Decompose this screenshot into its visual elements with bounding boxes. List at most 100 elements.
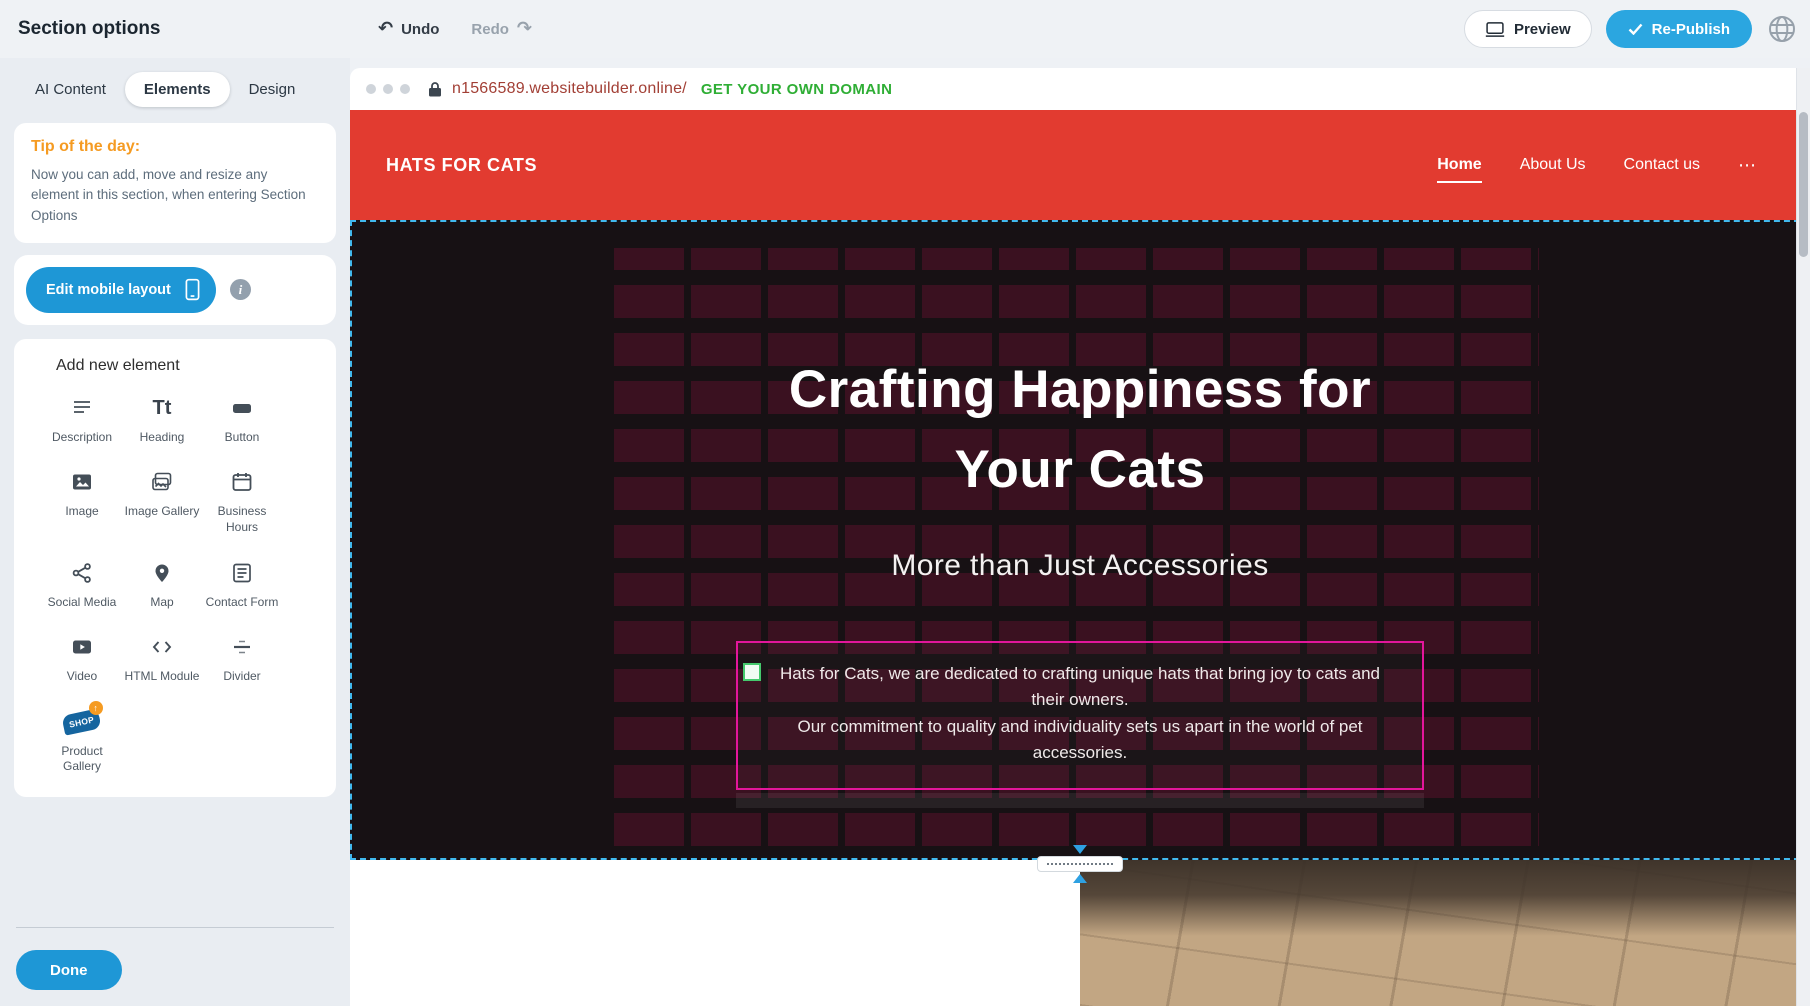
preview-label: Preview <box>1514 21 1571 38</box>
tip-title: Tip of the day: <box>31 138 319 156</box>
add-element-heading[interactable]: Tt Heading <box>122 393 202 446</box>
tab-elements[interactable]: Elements <box>125 72 230 107</box>
add-element-image-gallery[interactable]: Image Gallery <box>122 467 202 535</box>
element-label: Button <box>225 430 260 446</box>
heading-icon: Tt <box>153 393 172 423</box>
editor-canvas: n1566589.websitebuilder.online/ GET YOUR… <box>350 58 1810 1006</box>
app-body: AI Content Elements Design Tip of the da… <box>0 58 1810 1006</box>
add-element-video[interactable]: Video <box>42 632 122 685</box>
language-globe-button[interactable] <box>1766 13 1798 45</box>
nav-more-icon[interactable]: ⋯ <box>1738 155 1756 176</box>
check-icon <box>1628 23 1643 35</box>
republish-label: Re-Publish <box>1652 21 1730 38</box>
selected-text-element[interactable]: Hats for Cats, we are dedicated to craft… <box>736 641 1424 790</box>
page-title: Section options <box>18 18 161 40</box>
next-section-white-block[interactable] <box>350 860 1080 1006</box>
window-dot <box>400 84 410 94</box>
page-scrollbar[interactable] <box>1796 68 1810 1006</box>
info-icon[interactable]: i <box>230 279 251 300</box>
nav-contact-us[interactable]: Contact us <box>1624 156 1700 174</box>
video-icon <box>70 632 94 662</box>
tab-design[interactable]: Design <box>230 72 315 107</box>
undo-button[interactable]: ↶ Undo <box>378 20 439 38</box>
tab-ai-content[interactable]: AI Content <box>16 72 125 107</box>
site-preview: HATS FOR CATS Home About Us Contact us ⋯… <box>350 110 1810 1006</box>
republish-button[interactable]: Re-Publish <box>1606 10 1752 48</box>
monitor-icon <box>1485 21 1505 38</box>
element-grid: Description Tt Heading Button Ima <box>42 393 324 775</box>
lock-icon <box>428 81 442 97</box>
element-label: Product Gallery <box>44 744 120 775</box>
paving-photo[interactable] <box>1080 860 1810 1006</box>
element-label: HTML Module <box>125 669 200 685</box>
code-icon <box>150 632 174 662</box>
sidebar-tabs: AI Content Elements Design <box>16 72 334 107</box>
add-element-business-hours[interactable]: Business Hours <box>202 467 282 535</box>
add-element-button[interactable]: Button <box>202 393 282 446</box>
section-options-sidebar: AI Content Elements Design Tip of the da… <box>0 58 350 1006</box>
element-label: Video <box>67 669 97 685</box>
image-gallery-icon <box>150 467 174 497</box>
map-pin-icon <box>150 558 174 588</box>
site-header[interactable]: HATS FOR CATS Home About Us Contact us ⋯ <box>350 110 1810 220</box>
add-element-description[interactable]: Description <box>42 393 122 446</box>
window-dot <box>383 84 393 94</box>
hero-paragraph[interactable]: Hats for Cats, we are dedicated to craft… <box>764 661 1396 766</box>
add-element-social-media[interactable]: Social Media <box>42 558 122 611</box>
add-element-html-module[interactable]: HTML Module <box>122 632 202 685</box>
add-new-element-card: Add new element Description Tt Heading <box>14 339 336 797</box>
nav-home[interactable]: Home <box>1437 156 1481 174</box>
redo-button[interactable]: Redo ↷ <box>471 20 532 38</box>
done-button[interactable]: Done <box>16 950 122 990</box>
hero-heading[interactable]: Crafting Happiness for Your Cats <box>789 350 1371 509</box>
button-icon <box>230 393 254 423</box>
add-element-map[interactable]: Map <box>122 558 202 611</box>
tip-body: Now you can add, move and resize any ele… <box>31 165 319 226</box>
site-logo[interactable]: HATS FOR CATS <box>386 155 537 176</box>
globe-icon <box>1766 13 1798 45</box>
element-resize-handle[interactable] <box>743 663 761 681</box>
phone-icon <box>185 278 200 301</box>
undo-label: Undo <box>401 21 439 38</box>
element-label: Map <box>150 595 173 611</box>
dotted-line <box>1047 863 1113 865</box>
contact-form-icon <box>230 558 254 588</box>
element-label: Heading <box>140 430 185 446</box>
redo-label: Redo <box>471 21 509 38</box>
edit-mobile-card: Edit mobile layout i <box>14 255 336 325</box>
window-dot <box>366 84 376 94</box>
hero-subheading[interactable]: More than Just Accessories <box>891 549 1268 583</box>
edit-mobile-label: Edit mobile layout <box>46 282 171 298</box>
browser-chrome-bar: n1566589.websitebuilder.online/ GET YOUR… <box>350 68 1810 110</box>
add-element-contact-form[interactable]: Contact Form <box>202 558 282 611</box>
selected-hero-section[interactable]: Crafting Happiness for Your Cats More th… <box>350 220 1810 860</box>
scrollbar-thumb[interactable] <box>1799 112 1808 257</box>
get-your-own-domain-link[interactable]: GET YOUR OWN DOMAIN <box>701 81 893 98</box>
element-label: Contact Form <box>206 595 279 611</box>
add-element-product-gallery[interactable]: SHOP ↑ Product Gallery <box>42 707 122 775</box>
preview-button[interactable]: Preview <box>1464 10 1592 48</box>
sidebar-divider <box>16 927 334 928</box>
element-label: Business Hours <box>204 504 280 535</box>
undo-redo-group: ↶ Undo Redo ↷ <box>378 0 532 58</box>
business-hours-icon <box>230 467 254 497</box>
section-resize-handle[interactable] <box>1037 845 1123 883</box>
element-label: Social Media <box>48 595 117 611</box>
resize-grip <box>1037 856 1123 872</box>
edit-mobile-layout-button[interactable]: Edit mobile layout <box>26 267 216 313</box>
add-element-image[interactable]: Image <box>42 467 122 535</box>
hero-content: Crafting Happiness for Your Cats More th… <box>352 222 1808 858</box>
tip-of-the-day-card: Tip of the day: Now you can add, move an… <box>14 123 336 243</box>
element-label: Divider <box>223 669 260 685</box>
topbar-actions: Preview Re-Publish <box>1464 0 1798 58</box>
social-media-icon <box>70 558 94 588</box>
redo-icon: ↷ <box>517 20 532 38</box>
arrow-up-icon <box>1073 874 1087 883</box>
site-nav: Home About Us Contact us ⋯ <box>1437 155 1756 176</box>
image-icon <box>70 467 94 497</box>
element-label: Description <box>52 430 112 446</box>
add-element-divider[interactable]: Divider <box>202 632 282 685</box>
window-dots <box>366 84 410 94</box>
arrow-down-icon <box>1073 845 1087 854</box>
nav-about-us[interactable]: About Us <box>1520 156 1586 174</box>
